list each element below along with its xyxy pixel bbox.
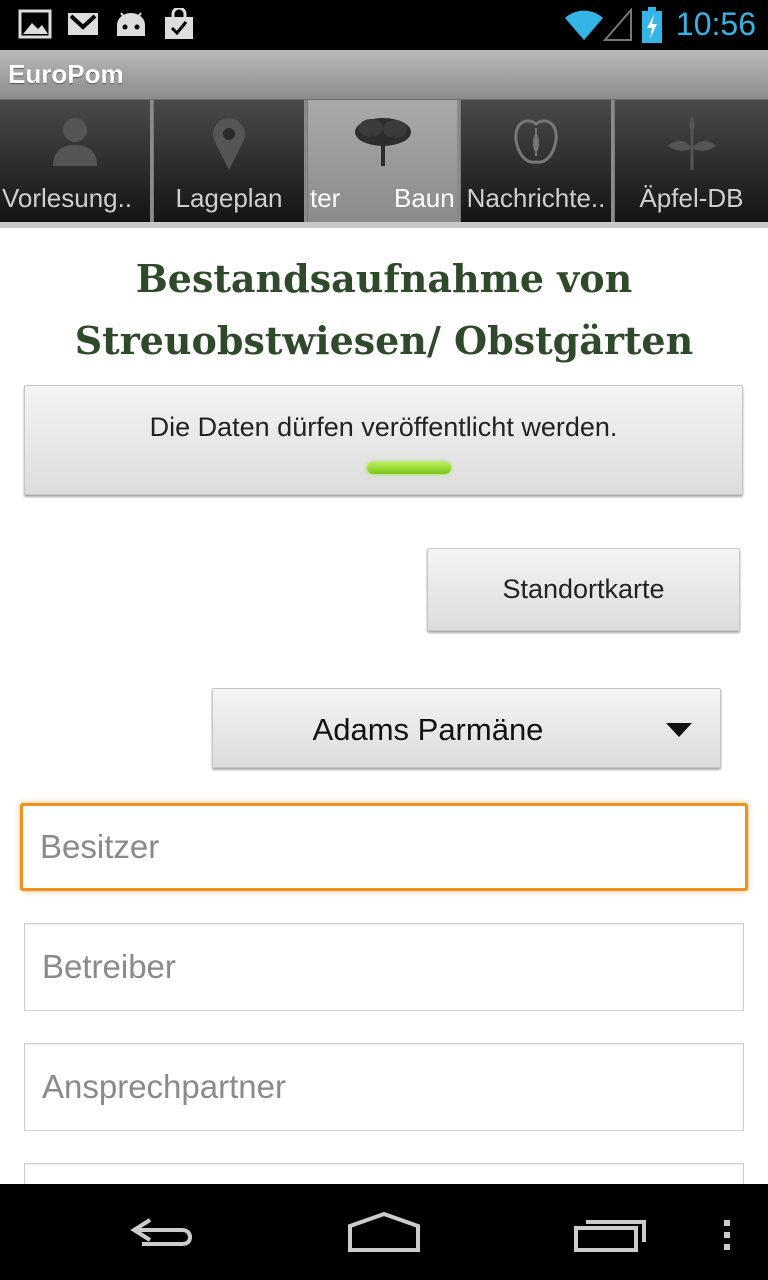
tab-label: Äpfel-DB — [639, 183, 744, 213]
owner-input[interactable] — [23, 806, 745, 888]
action-bar: EuroPom — [0, 50, 768, 100]
page-title-line-2: Streuobstwiesen/ Obstgärten — [74, 318, 694, 363]
variety-spinner-value: Adams Parmäne — [312, 712, 544, 747]
variety-spinner[interactable]: Adams Parmäne — [212, 688, 721, 768]
tab-strip: Vorlesung.. Lageplan ter Baun Nachrichte… — [0, 100, 768, 228]
location-map-button-label: Standortkarte — [502, 574, 665, 604]
wifi-icon — [565, 10, 603, 40]
recent-apps-icon[interactable] — [566, 1184, 654, 1280]
toggle-on-indicator — [367, 462, 451, 474]
signal-icon — [603, 8, 632, 41]
status-bar: 10:56 — [0, 0, 768, 50]
clock: 10:56 — [675, 6, 756, 42]
publish-toggle-button[interactable]: Die Daten dürfen veröffentlicht werden. — [24, 385, 743, 495]
tab-aepfel-db[interactable]: Äpfel-DB — [615, 100, 768, 222]
home-icon[interactable] — [340, 1184, 428, 1280]
tab-nachrichten[interactable]: Nachrichte.. — [461, 100, 614, 222]
contact-person-field[interactable] — [24, 1043, 744, 1131]
location-map-button[interactable]: Standortkarte — [427, 548, 740, 631]
app-title: EuroPom — [8, 59, 124, 89]
tab-label: Nachrichte.. — [466, 183, 606, 213]
page-title: Bestandsaufnahme von Streuobstwiesen/ Ob… — [0, 248, 768, 372]
tab-label-right: Baun — [394, 183, 455, 213]
plant-icon — [667, 116, 716, 170]
publish-toggle-label: Die Daten dürfen veröffentlicht werden. — [149, 412, 618, 442]
battery-charging-icon — [642, 7, 662, 43]
tree-icon — [354, 118, 411, 166]
contact-person-input[interactable] — [25, 1044, 743, 1130]
owner-field[interactable] — [20, 803, 748, 891]
android-debug-icon — [117, 12, 145, 36]
tab-label: Vorlesung.. — [2, 183, 133, 213]
tab-label-left: ter — [310, 183, 341, 213]
apple-outline-icon — [514, 119, 558, 164]
dropdown-arrow-icon — [666, 723, 692, 737]
tab-baum[interactable]: ter Baun — [308, 100, 460, 222]
navigation-bar — [0, 1184, 768, 1280]
gallery-icon — [18, 9, 52, 39]
tab-lageplan[interactable]: Lageplan — [154, 100, 307, 222]
person-icon — [53, 118, 97, 166]
overflow-menu-icon[interactable] — [712, 1184, 742, 1280]
operator-input[interactable] — [25, 924, 743, 1010]
back-icon[interactable] — [118, 1184, 202, 1280]
operator-field[interactable] — [24, 923, 744, 1011]
map-pin-icon — [213, 118, 245, 170]
tab-label: Lageplan — [175, 183, 283, 213]
gmail-icon — [68, 13, 98, 35]
store-bag-icon — [165, 8, 193, 39]
tab-underline — [0, 222, 768, 228]
page-title-line-1: Bestandsaufnahme von — [135, 256, 633, 301]
tab-vorlesungen[interactable]: Vorlesung.. — [0, 100, 153, 222]
